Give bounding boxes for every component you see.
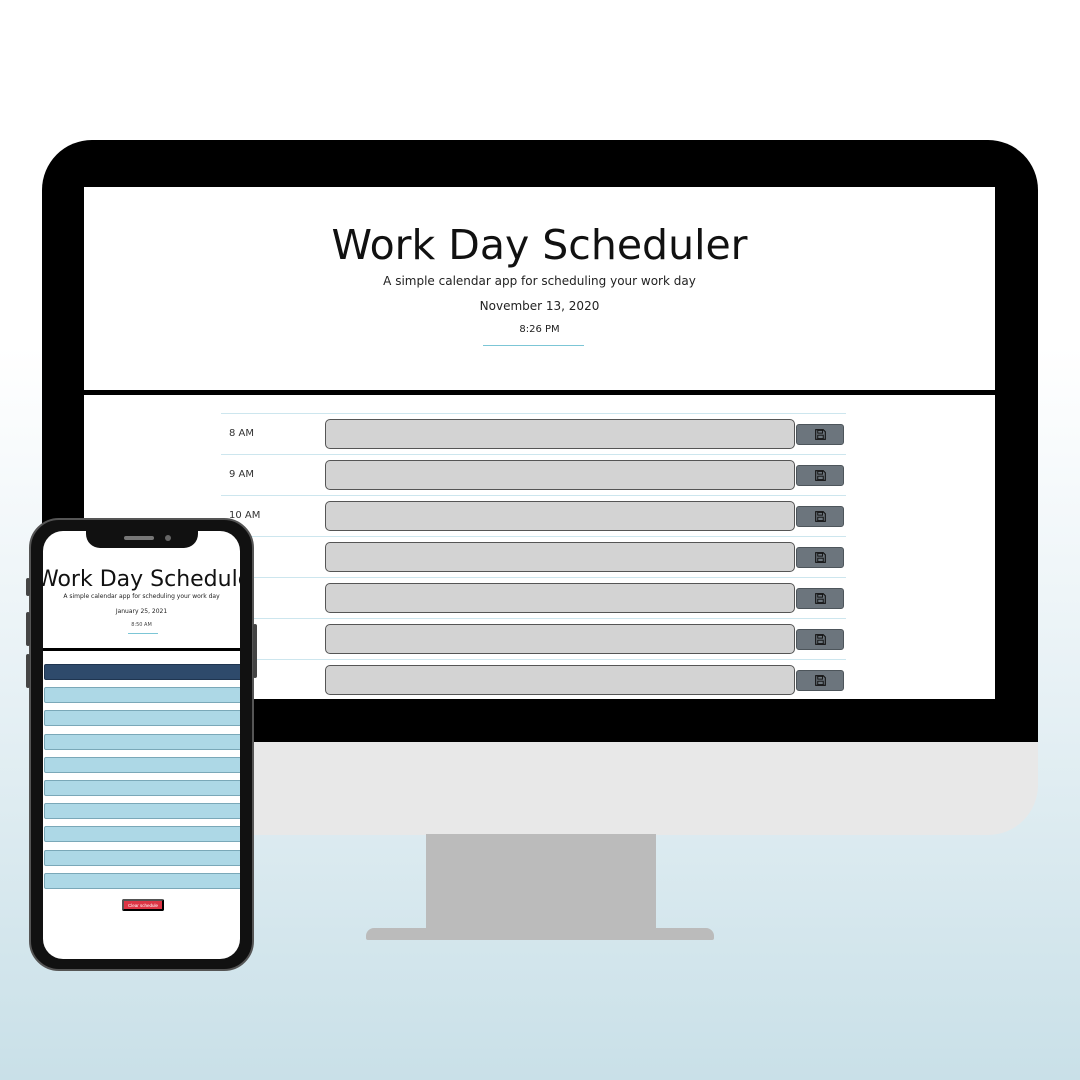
phone-side-button	[26, 578, 30, 596]
event-input[interactable]	[325, 624, 795, 654]
floppy-disk-icon	[814, 675, 826, 686]
phone-power-button	[253, 624, 257, 678]
save-button[interactable]	[796, 424, 844, 445]
mobile-header-divider	[43, 648, 240, 651]
page-title: Work Day Scheduler	[331, 221, 748, 269]
time-block-row	[221, 577, 846, 618]
current-time: 8:26 PM	[519, 324, 560, 335]
event-input[interactable]	[325, 583, 795, 613]
time-block-row: 8 AM	[221, 413, 846, 454]
event-input[interactable]	[325, 542, 795, 572]
mobile-page-title: Work Day Schedule	[43, 567, 240, 592]
mobile-time-block[interactable]	[44, 849, 240, 866]
save-button[interactable]	[796, 465, 844, 486]
mobile-app-screen: Work Day Schedule A simple calendar app …	[43, 531, 240, 959]
mobile-time-block[interactable]	[44, 710, 240, 727]
mobile-phone: Work Day Schedule A simple calendar app …	[26, 518, 257, 971]
time-block-row: 9 AM	[221, 454, 846, 495]
monitor-stand-base	[366, 928, 714, 940]
speaker-grille	[124, 536, 154, 540]
mobile-time-block[interactable]	[44, 687, 240, 704]
save-button[interactable]	[796, 629, 844, 650]
event-input[interactable]	[325, 419, 795, 449]
mobile-time-block[interactable]	[44, 780, 240, 796]
save-button[interactable]	[796, 670, 844, 691]
mobile-time-block[interactable]	[44, 664, 240, 680]
page-subtitle: A simple calendar app for scheduling you…	[383, 274, 696, 288]
time-block-row: 10 AM	[221, 495, 846, 536]
hour-label: 9 AM	[229, 469, 255, 480]
mobile-time-block[interactable]	[44, 803, 240, 820]
phone-volume-down-button	[26, 654, 30, 688]
mobile-time-block[interactable]	[44, 733, 240, 750]
floppy-disk-icon	[814, 634, 826, 645]
save-button[interactable]	[796, 547, 844, 568]
mobile-time-block[interactable]	[44, 826, 240, 843]
mobile-page-subtitle: A simple calendar app for scheduling you…	[63, 593, 220, 600]
floppy-disk-icon	[814, 470, 826, 481]
mobile-current-date: January 25, 2021	[115, 608, 168, 615]
mobile-current-time: 8:50 AM	[131, 622, 152, 628]
app-header: Work Day Scheduler A simple calendar app…	[84, 187, 995, 392]
floppy-disk-icon	[814, 593, 826, 604]
camera-icon	[165, 535, 171, 541]
time-block-row	[221, 536, 846, 577]
header-underline	[483, 345, 584, 346]
time-block-row	[221, 659, 846, 699]
time-block-row	[221, 618, 846, 659]
current-date: November 13, 2020	[479, 299, 600, 313]
floppy-disk-icon	[814, 511, 826, 522]
floppy-disk-icon	[814, 429, 826, 440]
header-divider	[84, 390, 995, 395]
save-button[interactable]	[796, 588, 844, 609]
save-button[interactable]	[796, 506, 844, 527]
phone-notch	[86, 530, 198, 548]
floppy-disk-icon	[814, 552, 826, 563]
event-input[interactable]	[325, 665, 795, 695]
mobile-time-block[interactable]	[44, 756, 240, 773]
monitor-stand-neck	[426, 834, 656, 932]
clear-schedule-button[interactable]: Clear schedule	[122, 899, 164, 911]
event-input[interactable]	[325, 501, 795, 531]
hour-label: 8 AM	[229, 428, 255, 439]
mobile-time-block[interactable]	[44, 872, 240, 889]
phone-volume-up-button	[26, 612, 30, 646]
event-input[interactable]	[325, 460, 795, 490]
mobile-header-underline	[128, 633, 158, 634]
